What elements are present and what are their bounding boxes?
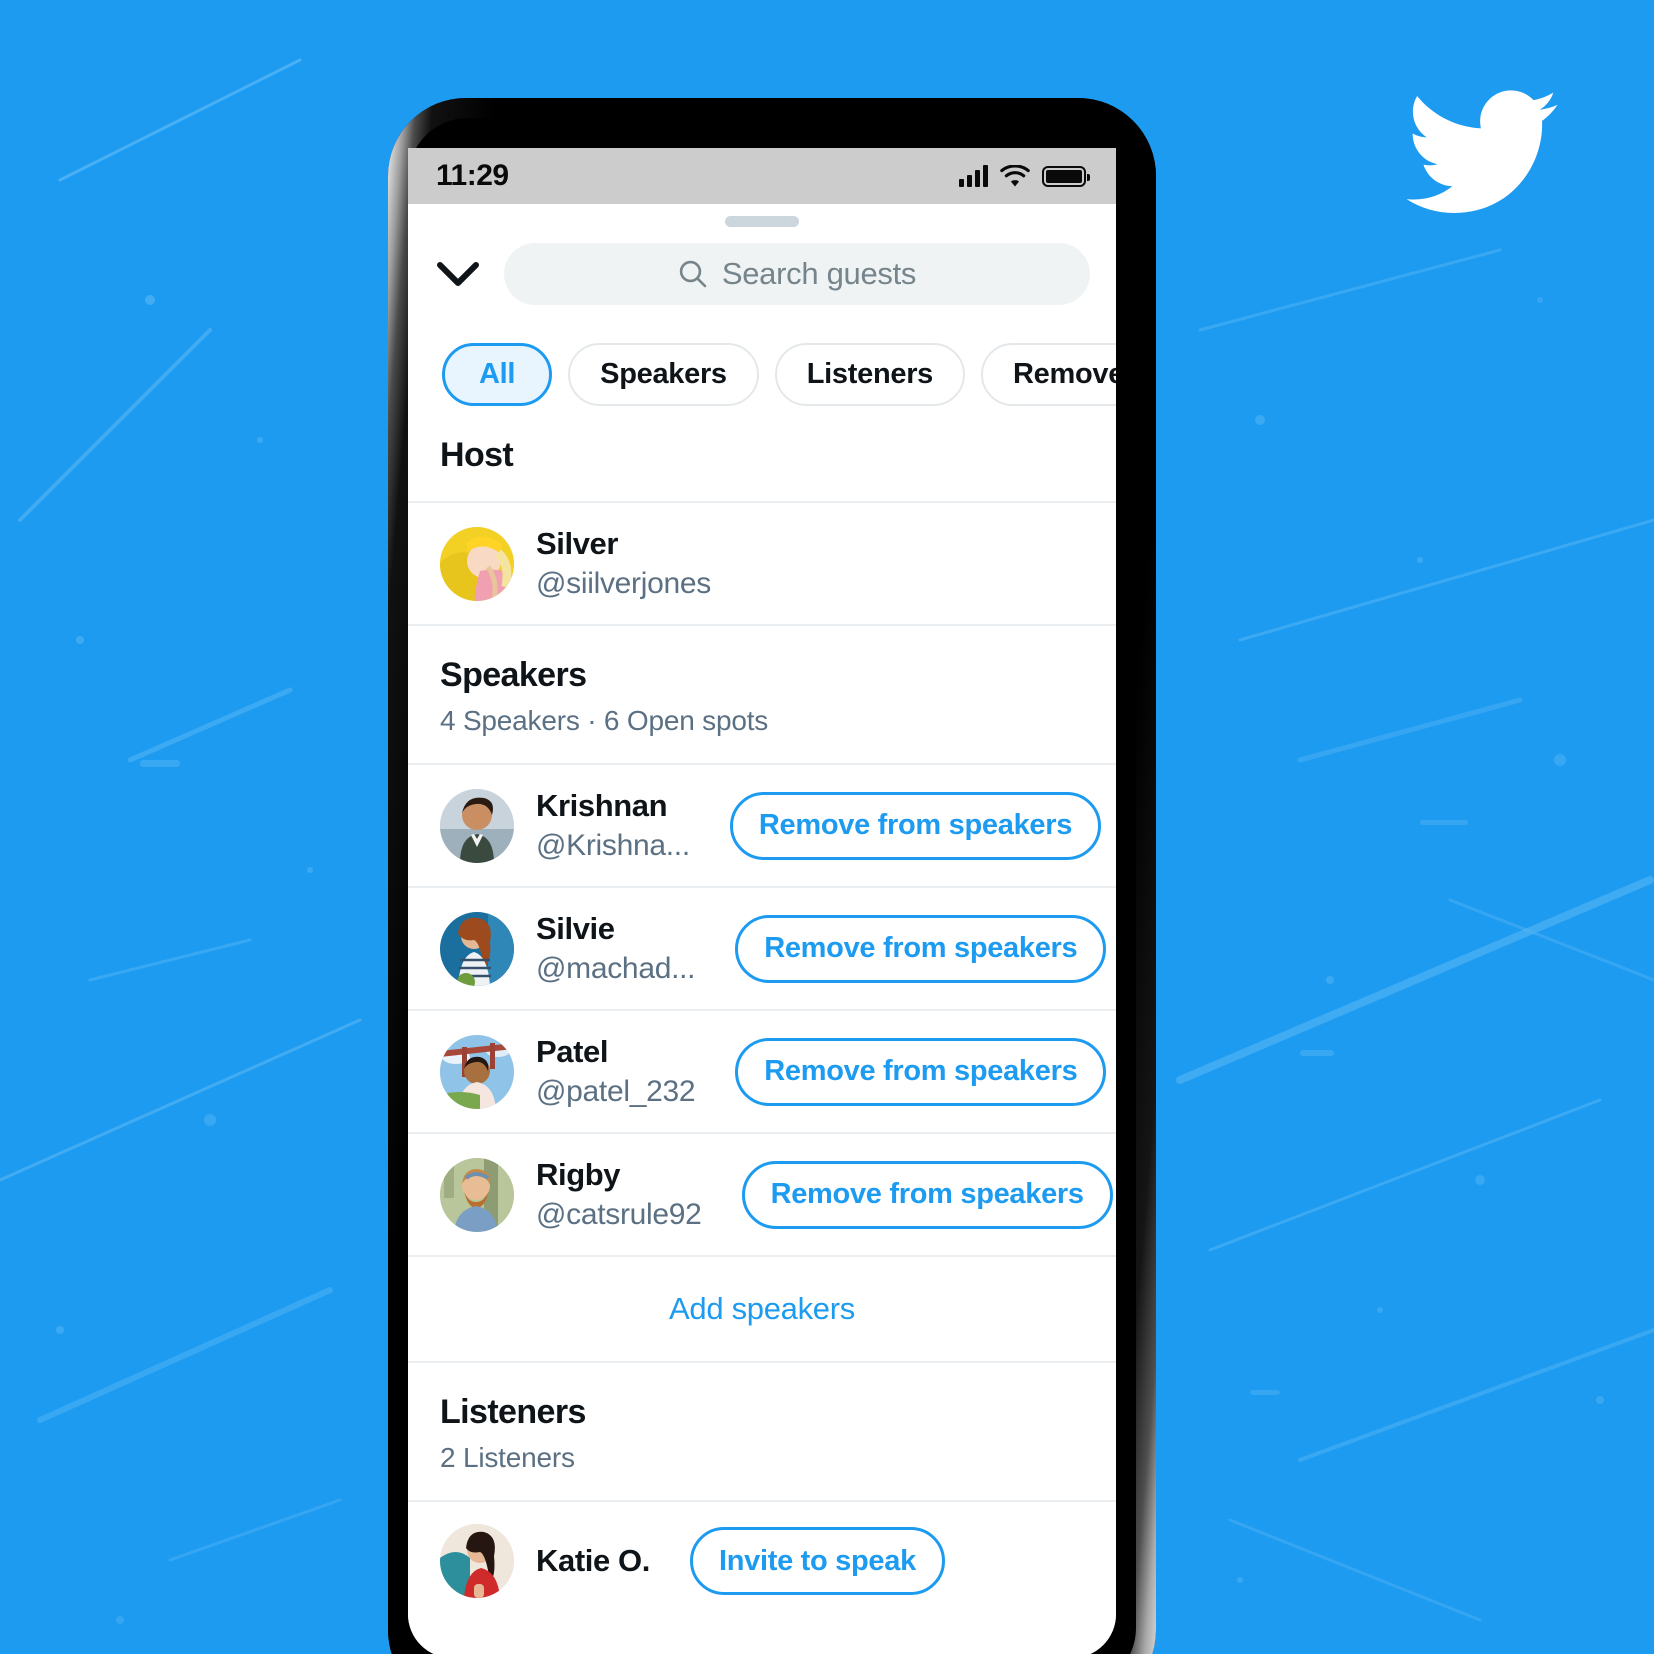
- section-subtitle: 2 Listeners: [440, 1442, 575, 1473]
- collapse-sheet-button[interactable]: [434, 250, 482, 298]
- status-bar: 11:29: [408, 148, 1116, 204]
- add-speakers-link[interactable]: Add speakers: [408, 1257, 1116, 1361]
- phone-screen: 11:29 Search guests All Speakers Listene…: [408, 148, 1116, 1654]
- person-name: Silver: [536, 526, 619, 561]
- list-item-host-silver[interactable]: Silver @siilverjones: [408, 503, 1116, 624]
- section-subtitle: 4 Speakers · 6 Open spots: [440, 705, 769, 736]
- person-handle: @Krishna...: [536, 828, 690, 862]
- avatar: [440, 1524, 514, 1598]
- filter-chip-all[interactable]: All: [442, 343, 553, 406]
- filter-chip-listeners[interactable]: Listeners: [774, 343, 966, 406]
- search-placeholder-text: Search guests: [721, 256, 917, 291]
- cellular-signal-icon: [959, 165, 988, 187]
- filter-chip-group: All Speakers Listeners Removed: [408, 305, 1116, 406]
- list-item-speaker-rigby[interactable]: Rigby @catsrule92 Remove from speakers: [408, 1134, 1116, 1255]
- remove-from-speakers-button[interactable]: Remove from speakers: [729, 791, 1102, 860]
- list-item-speaker-patel[interactable]: Patel @patel_232 Remove from speakers: [408, 1011, 1116, 1132]
- sheet-drag-handle[interactable]: [725, 216, 799, 227]
- remove-from-speakers-button[interactable]: Remove from speakers: [741, 1160, 1113, 1229]
- list-item-speaker-silvie[interactable]: Silvie @machad... Remove from speakers: [408, 888, 1116, 1009]
- person-name: Katie O.: [536, 1543, 650, 1579]
- avatar: [440, 1034, 514, 1109]
- person-handle: @catsrule92: [536, 1197, 702, 1231]
- filter-chip-removed[interactable]: Removed: [981, 343, 1116, 406]
- search-row: Search guests: [408, 227, 1116, 305]
- section-title: Speakers: [440, 656, 587, 694]
- person-name: Patel: [536, 1034, 609, 1069]
- search-icon: [679, 260, 707, 288]
- section-title: Listeners: [440, 1393, 586, 1431]
- avatar: [440, 911, 514, 986]
- battery-icon: [1042, 165, 1090, 187]
- avatar: [440, 526, 514, 601]
- list-item-speaker-krishnan[interactable]: Krishnan @Krishna... Remove from speaker…: [408, 765, 1116, 886]
- wifi-icon: [1000, 164, 1030, 186]
- person-info: Patel @patel_232: [536, 1033, 696, 1110]
- remove-from-speakers-button[interactable]: Remove from speakers: [735, 1037, 1107, 1106]
- person-info: Silvie @machad...: [536, 910, 696, 987]
- twitter-bird-logo: [1406, 90, 1558, 213]
- person-handle: @patel_232: [536, 1074, 696, 1108]
- avatar: [440, 788, 514, 863]
- person-info: Katie O.: [536, 1542, 650, 1580]
- status-time: 11:29: [436, 159, 509, 192]
- person-name: Krishnan: [536, 788, 668, 823]
- person-name: Rigby: [536, 1157, 621, 1192]
- section-header-listeners: Listeners 2 Listeners: [408, 1363, 1116, 1500]
- list-item-listener-katie[interactable]: Katie O. Invite to speak: [408, 1502, 1116, 1620]
- guests-sheet: Search guests All Speakers Listeners Rem…: [408, 204, 1116, 1654]
- section-header-speakers: Speakers 4 Speakers · 6 Open spots: [408, 626, 1116, 763]
- person-info: Silver @siilverjones: [536, 525, 711, 602]
- person-info: Rigby @catsrule92: [536, 1156, 702, 1233]
- invite-to-speak-button[interactable]: Invite to speak: [689, 1527, 945, 1595]
- poster-canvas: 11:29 Search guests All Speakers Listene…: [0, 0, 1654, 1654]
- avatar: [440, 1157, 514, 1232]
- person-name: Silvie: [536, 911, 615, 946]
- filter-chip-speakers[interactable]: Speakers: [568, 343, 759, 406]
- section-header-host: Host: [408, 406, 1116, 501]
- search-input[interactable]: Search guests: [504, 243, 1090, 305]
- person-info: Krishnan @Krishna...: [536, 787, 690, 864]
- status-icons: [959, 164, 1090, 188]
- person-handle: @machad...: [536, 951, 696, 985]
- phone-mockup: 11:29 Search guests All Speakers Listene…: [388, 98, 1156, 1654]
- section-title: Host: [440, 436, 514, 474]
- remove-from-speakers-button[interactable]: Remove from speakers: [735, 914, 1107, 983]
- person-handle: @siilverjones: [536, 566, 711, 600]
- chevron-down-icon: [437, 262, 479, 286]
